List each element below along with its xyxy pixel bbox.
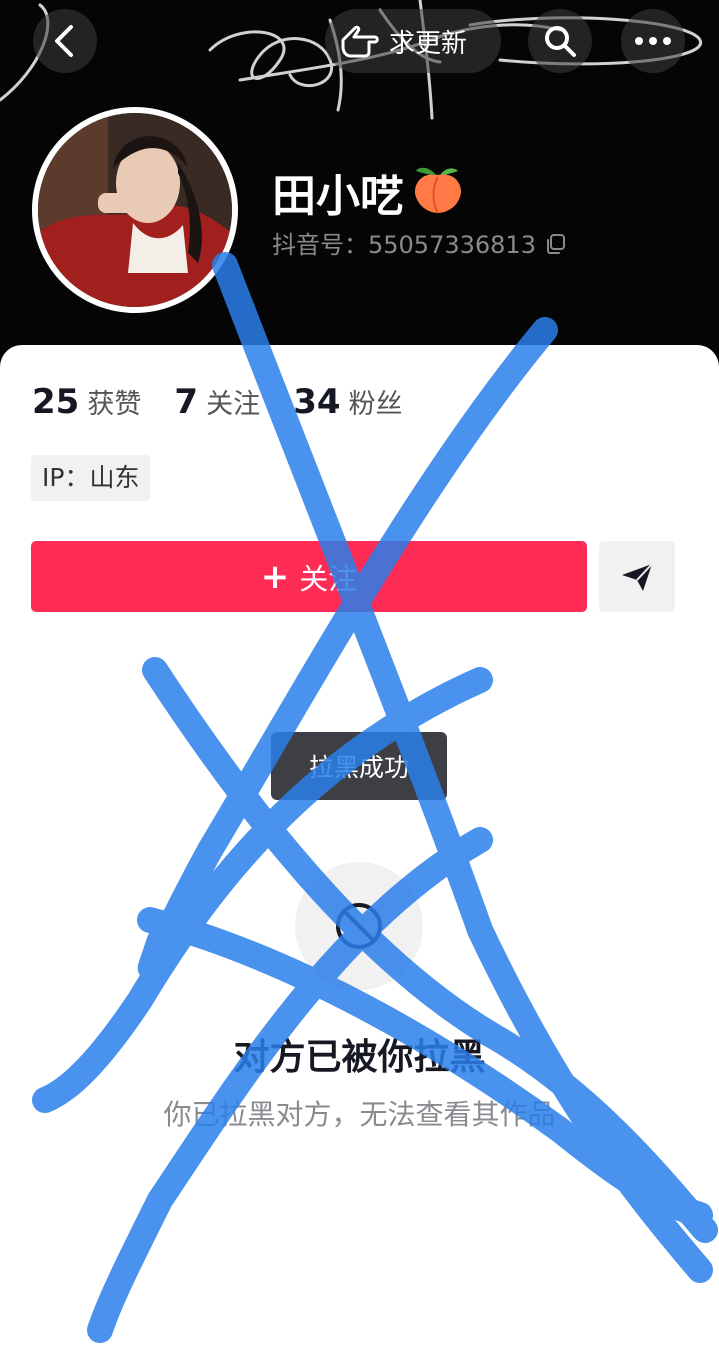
copy-icon[interactable]: [544, 232, 568, 256]
ip-location-badge: IP：山东: [31, 455, 151, 501]
douyin-id: 抖音号：55057336813: [272, 225, 568, 260]
stat-followers[interactable]: 34 粉丝: [293, 382, 402, 422]
block-icon: [336, 903, 382, 949]
stat-following-count: 7: [174, 382, 199, 422]
blocked-subtitle: 你已拉黑对方，无法查看其作品: [163, 1098, 556, 1131]
profile-name: 田小呓: [272, 160, 466, 224]
toast-message: 拉黑成功: [271, 732, 447, 800]
douyin-id-text: 抖音号：55057336813: [272, 231, 536, 259]
stat-followers-label: 粉丝: [348, 389, 403, 420]
avatar[interactable]: [38, 113, 232, 307]
stat-likes-label: 获赞: [87, 389, 142, 420]
stat-followers-count: 34: [293, 382, 341, 422]
stat-likes-count: 25: [32, 382, 80, 422]
back-button[interactable]: [33, 9, 97, 73]
stat-following-label: 关注: [206, 389, 261, 420]
avatar-image: [38, 113, 232, 307]
share-button[interactable]: [599, 541, 675, 612]
blocked-title: 对方已被你拉黑: [233, 1037, 486, 1078]
profile-name-text: 田小呓: [272, 171, 404, 222]
more-button[interactable]: [621, 9, 685, 73]
stat-following[interactable]: 7 关注: [174, 382, 260, 422]
request-update-label: 求更新: [389, 28, 468, 59]
search-icon: [545, 26, 576, 57]
peach-icon: [414, 167, 462, 214]
stat-likes[interactable]: 25 获赞: [32, 382, 141, 422]
plus-icon: +: [260, 556, 290, 597]
hand-point-icon: [341, 25, 379, 58]
follow-label: 关注: [299, 561, 358, 596]
block-icon-wrap: [295, 862, 423, 990]
share-icon: [622, 562, 653, 591]
back-icon: [55, 25, 73, 57]
search-button[interactable]: [528, 9, 592, 73]
follow-button[interactable]: + 关注: [31, 541, 587, 612]
profile-card: 25 获赞 7 关注 34 粉丝 IP：山东 + 关注 拉黑成功 对方已被你拉黑 你已…: [0, 345, 719, 1361]
request-update-button[interactable]: 求更新: [325, 9, 501, 73]
more-icon: [635, 37, 671, 45]
stats-row: 25 获赞 7 关注 34 粉丝: [32, 382, 431, 422]
profile-header: 求更新 田小呓 抖音号：55057336813: [0, 0, 719, 380]
